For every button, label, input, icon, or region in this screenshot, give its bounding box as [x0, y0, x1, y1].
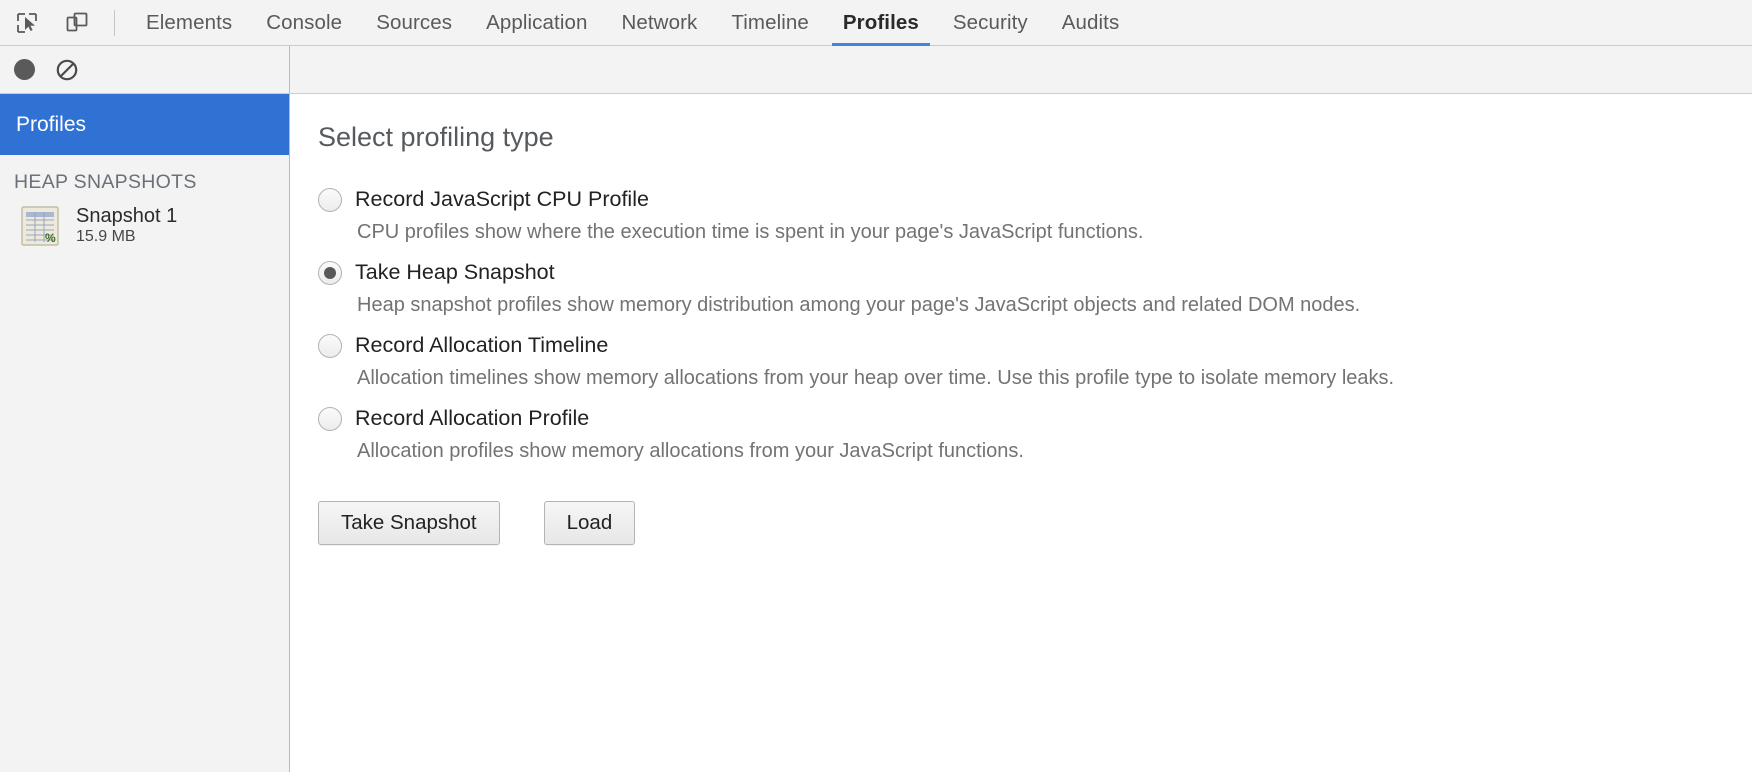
option-label: Record JavaScript CPU Profile [355, 187, 649, 212]
toolbar-divider [114, 10, 115, 36]
option-description: Allocation profiles show memory allocati… [357, 440, 1752, 463]
radio-record-allocation-profile[interactable] [318, 407, 342, 431]
option-record-allocation-profile: Record Allocation Profile Allocation pro… [318, 406, 1752, 463]
option-take-heap-snapshot: Take Heap Snapshot Heap snapshot profile… [318, 260, 1752, 317]
tab-network[interactable]: Network [604, 0, 714, 46]
option-description: Heap snapshot profiles show memory distr… [357, 294, 1752, 317]
tab-timeline[interactable]: Timeline [714, 0, 826, 46]
profiles-subtoolbar-spacer [290, 46, 1752, 93]
tab-sources[interactable]: Sources [359, 0, 469, 46]
option-label: Record Allocation Profile [355, 406, 589, 431]
toolbar-icon-group [10, 6, 110, 40]
action-buttons: Take Snapshot Load [318, 501, 1752, 545]
record-icon[interactable] [14, 59, 35, 80]
option-record-cpu-profile-row[interactable]: Record JavaScript CPU Profile [318, 187, 1752, 212]
option-record-cpu-profile: Record JavaScript CPU Profile CPU profil… [318, 187, 1752, 244]
profiles-sidebar: Profiles HEAP SNAPSHOTS [0, 94, 290, 772]
option-description: Allocation timelines show memory allocat… [357, 367, 1752, 390]
panel-tabs: Elements Console Sources Application Net… [129, 0, 1136, 46]
clear-all-icon[interactable] [55, 58, 79, 82]
option-description: CPU profiles show where the execution ti… [357, 221, 1752, 244]
tab-application[interactable]: Application [469, 0, 604, 46]
sidebar-item-label: Profiles [16, 113, 86, 137]
load-button[interactable]: Load [544, 501, 636, 545]
devtools-tabstrip: Elements Console Sources Application Net… [0, 0, 1752, 46]
tab-security[interactable]: Security [936, 0, 1045, 46]
snapshot-name: Snapshot 1 [76, 205, 177, 229]
tab-audits[interactable]: Audits [1045, 0, 1137, 46]
profiling-type-options: Record JavaScript CPU Profile CPU profil… [318, 187, 1752, 479]
device-toolbar-icon[interactable] [60, 6, 94, 40]
snapshot-meta: Snapshot 1 15.9 MB [76, 205, 177, 247]
snapshot-size: 15.9 MB [76, 228, 177, 247]
tab-profiles[interactable]: Profiles [826, 0, 936, 46]
svg-text:%: % [45, 231, 56, 245]
page-title: Select profiling type [318, 122, 1752, 153]
devtools-window: Elements Console Sources Application Net… [0, 0, 1752, 772]
profiling-type-panel: Select profiling type Record JavaScript … [290, 94, 1752, 772]
tab-elements[interactable]: Elements [129, 0, 249, 46]
option-record-allocation-profile-row[interactable]: Record Allocation Profile [318, 406, 1752, 431]
option-label: Record Allocation Timeline [355, 333, 608, 358]
profiles-subtoolbar [0, 46, 1752, 94]
sidebar-section-heap-snapshots: HEAP SNAPSHOTS [0, 155, 289, 200]
option-record-allocation-timeline-row[interactable]: Record Allocation Timeline [318, 333, 1752, 358]
profiles-subtoolbar-controls [0, 46, 290, 93]
option-take-heap-snapshot-row[interactable]: Take Heap Snapshot [318, 260, 1752, 285]
inspect-element-icon[interactable] [10, 6, 44, 40]
take-snapshot-button[interactable]: Take Snapshot [318, 501, 500, 545]
profiles-body: Profiles HEAP SNAPSHOTS [0, 94, 1752, 772]
sidebar-item-profiles[interactable]: Profiles [0, 94, 289, 155]
radio-take-heap-snapshot[interactable] [318, 261, 342, 285]
radio-record-allocation-timeline[interactable] [318, 334, 342, 358]
option-record-allocation-timeline: Record Allocation Timeline Allocation ti… [318, 333, 1752, 390]
radio-record-cpu-profile[interactable] [318, 188, 342, 212]
tab-console[interactable]: Console [249, 0, 359, 46]
heap-snapshot-icon: % [18, 204, 62, 248]
list-item[interactable]: % Snapshot 1 15.9 MB [0, 200, 289, 252]
option-label: Take Heap Snapshot [355, 260, 555, 285]
